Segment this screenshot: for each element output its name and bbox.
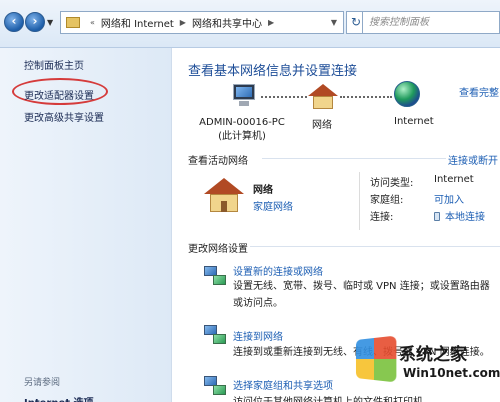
windows-logo-icon [355, 335, 397, 383]
breadcrumb-network-sharing-center[interactable]: 网络和共享中心 [192, 15, 262, 30]
page-title: 查看基本网络信息并设置连接 [188, 64, 358, 79]
internet-options-link[interactable]: Internet 选项 [24, 394, 94, 402]
computer-label: ADMIN-00016-PC (此计算机) [188, 116, 296, 144]
new-connection-icon [204, 266, 228, 288]
access-type-label: 访问类型: [370, 178, 414, 189]
see-also-heading: 另请参阅 [24, 378, 61, 388]
breadcrumb-separator-icon[interactable]: « [90, 18, 95, 27]
connection-line [261, 96, 307, 98]
network-map-label: 网络 [312, 120, 332, 131]
connect-network-icon [204, 325, 228, 347]
change-advanced-sharing-link[interactable]: 更改高级共享设置 [24, 109, 104, 124]
task-description: 设置无线、宽带、拨号、临时或 VPN 连接；或设置路由器或访问点。 [233, 281, 490, 309]
breadcrumb-network-internet[interactable]: 网络和 Internet [101, 15, 174, 30]
network-type-link[interactable]: 家庭网络 [253, 198, 293, 213]
address-dropdown-icon[interactable]: ▼ [331, 18, 337, 27]
change-settings-heading: 更改网络设置 [188, 244, 248, 255]
internet-map-label: Internet [394, 116, 434, 127]
change-adapter-settings-link[interactable]: 更改适配器设置 [24, 87, 94, 102]
vertical-divider [359, 172, 360, 230]
computer-sub-label: (此计算机) [218, 131, 266, 142]
section-divider [250, 246, 500, 247]
breadcrumb-arrow-icon[interactable]: ▶ [180, 18, 186, 27]
computer-name: ADMIN-00016-PC [199, 117, 285, 128]
local-connection-label: 本地连接 [445, 212, 485, 223]
home-network-icon [204, 178, 244, 212]
back-button[interactable]: ‹ [4, 12, 24, 32]
local-connection-link[interactable]: 本地连接 [434, 208, 485, 223]
homegroup-sharing-icon [204, 376, 228, 398]
network-name: 网络 [253, 185, 273, 196]
recent-pages-dropdown-icon[interactable]: ▼ [47, 18, 53, 27]
internet-globe-icon [394, 81, 420, 107]
search-input[interactable]: 搜索控制面板 [362, 11, 500, 34]
connect-to-network-link[interactable]: 连接到网络 [233, 328, 283, 343]
section-divider [262, 158, 446, 159]
ethernet-icon [434, 212, 440, 221]
control-panel-folder-icon [66, 17, 80, 28]
address-bar: ‹ › ▼ « 网络和 Internet ▶ 网络和共享中心 ▶ ▼ ↻ 搜索控… [0, 0, 500, 48]
access-type-value: Internet [434, 174, 474, 185]
active-networks-heading: 查看活动网络 [188, 156, 248, 167]
address-path-box[interactable]: « 网络和 Internet ▶ 网络和共享中心 ▶ ▼ [60, 11, 344, 34]
watermark-title: 系统之家 [399, 345, 467, 365]
connection-line [340, 96, 392, 98]
homegroup-join-link[interactable]: 可加入 [434, 191, 464, 206]
connections-label: 连接: [370, 212, 394, 223]
view-full-map-link[interactable]: 查看完整 [459, 84, 499, 99]
forward-button[interactable]: › [25, 12, 45, 32]
home-network-icon [308, 84, 338, 110]
site-watermark: 系统之家 Win10net.com [349, 322, 500, 402]
homegroup-label: 家庭组: [370, 195, 404, 206]
watermark-url: Win10net.com [403, 366, 500, 380]
setup-new-connection-link[interactable]: 设置新的连接或网络 [233, 263, 323, 278]
connect-disconnect-link[interactable]: 连接或断开 [448, 152, 498, 167]
left-task-pane: 控制面板主页 更改适配器设置 更改高级共享设置 另请参阅 Internet 选项 [0, 48, 172, 402]
control-panel-home-link[interactable]: 控制面板主页 [24, 57, 84, 72]
computer-icon [229, 84, 259, 108]
breadcrumb-arrow-icon[interactable]: ▶ [268, 18, 274, 27]
homegroup-sharing-link[interactable]: 选择家庭组和共享选项 [233, 377, 333, 392]
